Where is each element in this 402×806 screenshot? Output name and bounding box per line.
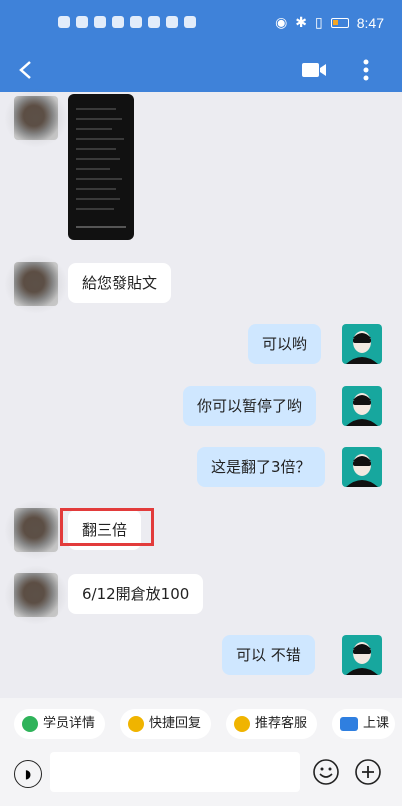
quick-action-label: 推荐客服 xyxy=(255,716,308,731)
contact-avatar[interactable] xyxy=(4,254,68,314)
eye-icon: ◉ xyxy=(275,14,288,30)
notification-icon xyxy=(184,16,196,28)
contact-avatar[interactable] xyxy=(4,565,68,625)
notification-icon xyxy=(112,16,124,28)
message-bubble[interactable]: 可以 不错 xyxy=(222,635,315,675)
message-bubble[interactable]: 这是翻了3倍？ xyxy=(197,447,325,487)
back-arrow-icon[interactable] xyxy=(12,56,40,84)
more-vertical-icon[interactable] xyxy=(354,56,378,84)
quick-action-label: 学员详情 xyxy=(43,716,96,731)
notification-icon xyxy=(58,16,70,28)
live-icon xyxy=(340,717,358,731)
contact-avatar[interactable] xyxy=(4,500,68,560)
notification-icon xyxy=(76,16,88,28)
message-input[interactable] xyxy=(50,752,300,792)
message-bubble[interactable]: 你可以暂停了哟 xyxy=(183,386,317,426)
message-bubble[interactable]: 6/12開倉放100 xyxy=(68,574,204,614)
message-bubble[interactable]: 可以哟 xyxy=(248,324,322,364)
quick-action-class[interactable]: 上课 xyxy=(332,709,396,739)
user-icon xyxy=(22,716,38,732)
emoji-icon[interactable] xyxy=(312,758,340,786)
message-icon xyxy=(128,716,144,732)
vibrate-icon: ▯ xyxy=(315,14,323,30)
quick-action-quick-reply[interactable]: 快捷回复 xyxy=(120,709,212,739)
notification-icon xyxy=(94,16,106,28)
quick-action-bar: 学员详情 快捷回复 推荐客服 上课 xyxy=(0,698,402,750)
my-avatar[interactable] xyxy=(342,447,382,487)
status-bar: ◉ ✱ ▯ 8:47 xyxy=(0,0,402,48)
notification-icon xyxy=(166,16,178,28)
contact-avatar[interactable] xyxy=(4,88,68,148)
status-right: ◉ ✱ ▯ 8:47 xyxy=(275,14,384,31)
voice-icon[interactable]: ◗ xyxy=(14,760,42,788)
battery-icon xyxy=(330,17,349,28)
message-bubble[interactable]: 給您發貼文 xyxy=(68,263,172,303)
highlight-box xyxy=(60,508,154,546)
quick-action-student-info[interactable]: 学员详情 xyxy=(14,709,106,739)
my-avatar[interactable] xyxy=(342,386,382,426)
my-avatar[interactable] xyxy=(342,324,382,364)
status-time: 8:47 xyxy=(356,14,384,31)
quick-action-label: 上课 xyxy=(363,716,390,731)
quick-action-label: 快捷回复 xyxy=(149,716,202,731)
bluetooth-icon: ✱ xyxy=(295,14,308,30)
app-bar xyxy=(0,48,402,92)
notification-icon xyxy=(130,16,142,28)
chat-icon xyxy=(234,716,250,732)
input-bar: ◗ xyxy=(0,750,402,806)
status-notification-icons xyxy=(58,16,196,28)
image-message[interactable] xyxy=(68,94,134,240)
chat-area[interactable]: 給您發貼文 可以哟 你可以暂停了哟 这是翻了3倍？ 翻三倍 6/12開倉放100… xyxy=(0,88,402,698)
plus-icon[interactable] xyxy=(354,758,382,786)
my-avatar[interactable] xyxy=(342,635,382,675)
video-call-icon[interactable] xyxy=(300,58,328,82)
notification-icon xyxy=(148,16,160,28)
quick-action-recommend-service[interactable]: 推荐客服 xyxy=(226,709,318,739)
